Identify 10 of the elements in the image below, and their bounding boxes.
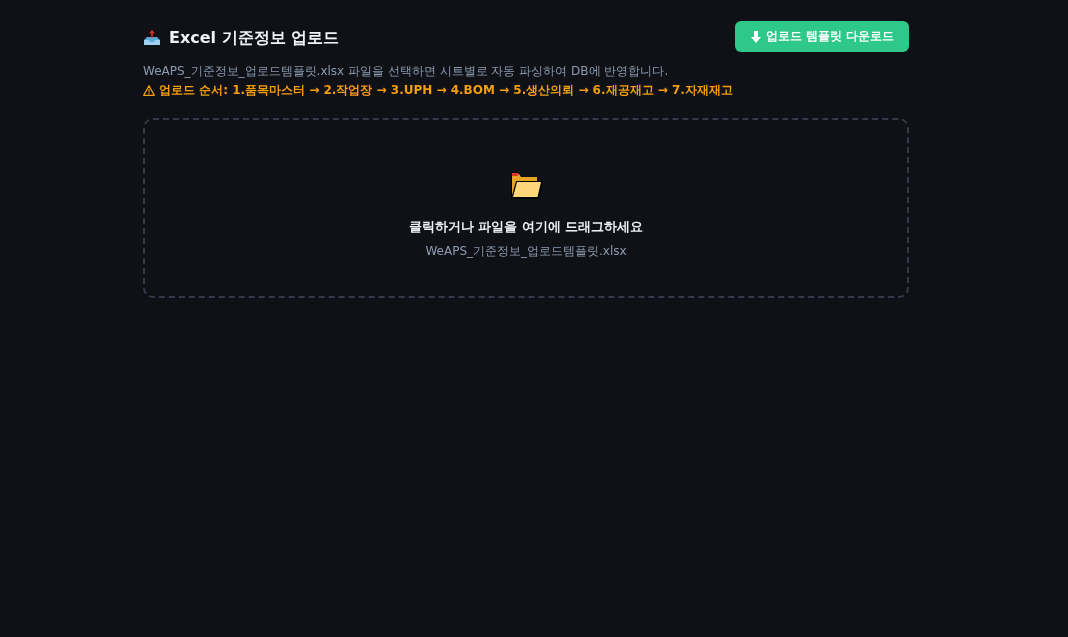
file-drop-zone[interactable]: 클릭하거나 파일을 여기에 드래그하세요 WeAPS_기준정보_업로드템플릿.xlsx <box>143 118 909 298</box>
file-name-text: WeAPS_기준정보_업로드템플릿.xlsx <box>425 243 627 260</box>
upload-order-text: 업로드 순서: 1.품목마스터 → 2.작업장 → 3.UPH → 4.BOM → 5.생산의뢰 → 6.재공재고 → 7.자재재고 <box>159 82 733 99</box>
open-folder-icon <box>508 170 544 200</box>
inbox-tray-icon <box>143 30 161 46</box>
description-text: WeAPS_기준정보_업로드템플릿.xlsx 파일을 선택하면 시트별로 자동 파싱하여 DB에 반영합니다. <box>143 63 670 80</box>
warning-icon <box>143 84 155 96</box>
drop-prompt-text: 클릭하거나 파일을 여기에 드래그하세요 <box>408 218 644 236</box>
page-title: Excel 기준정보 업로드 <box>169 27 340 49</box>
down-arrow-icon <box>750 30 761 43</box>
